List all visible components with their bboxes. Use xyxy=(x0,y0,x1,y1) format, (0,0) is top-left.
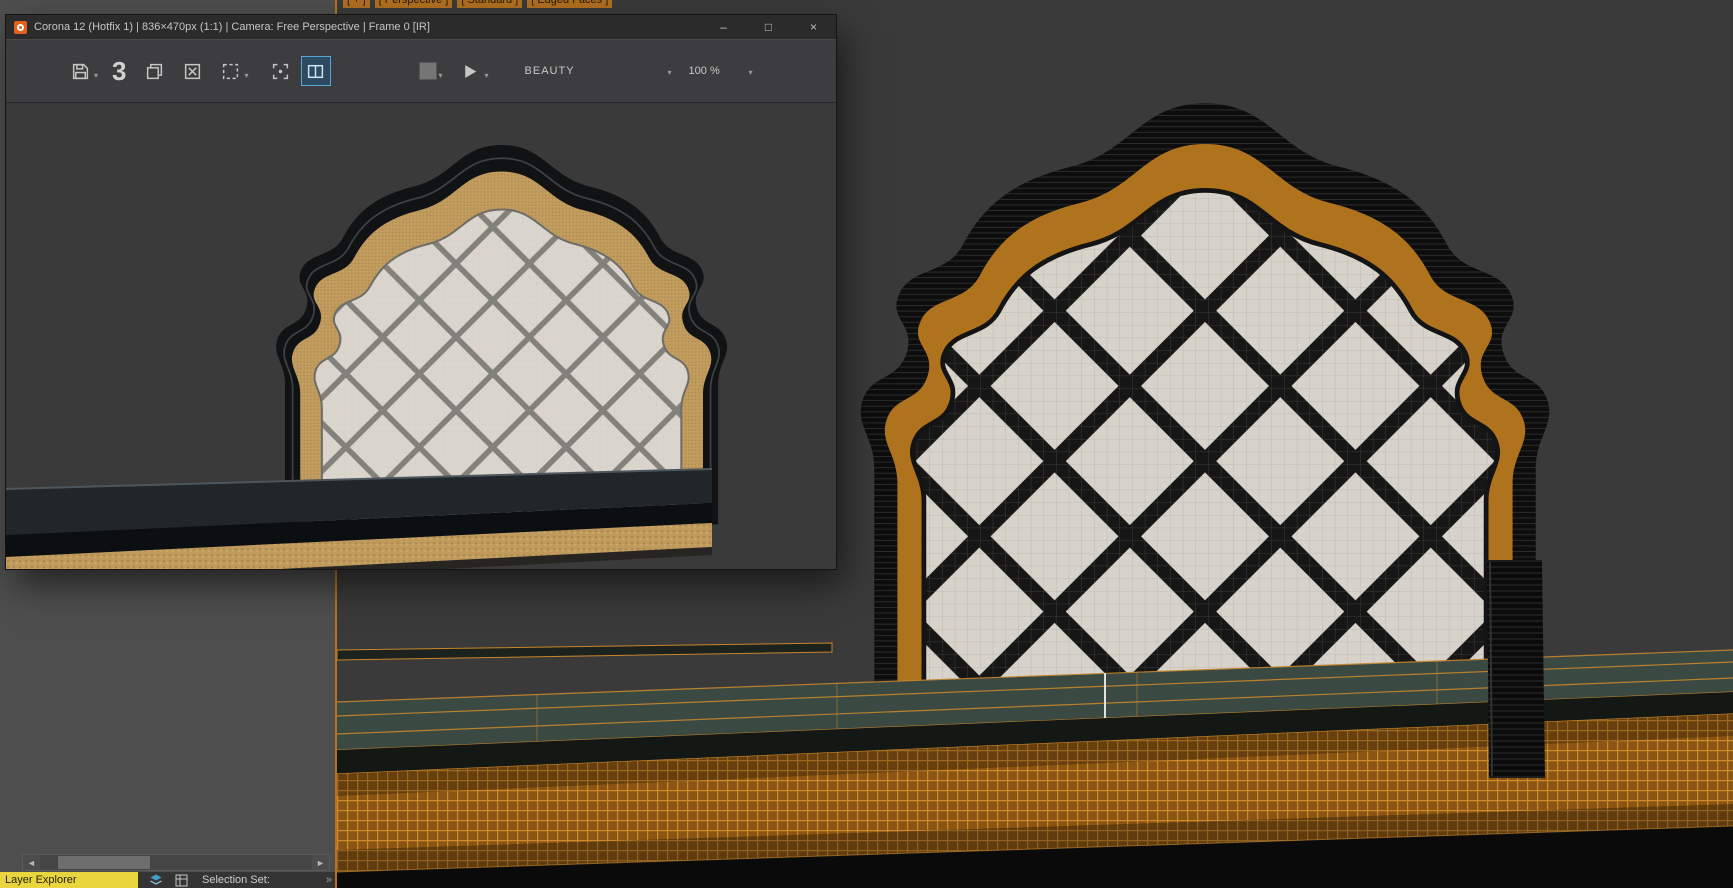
viewport-edged-faces-label[interactable]: [ Edged Faces ] xyxy=(527,0,612,8)
viewport-shading-label[interactable]: [ Standard ] xyxy=(457,0,522,8)
maximize-button[interactable]: □ xyxy=(746,15,791,39)
render-element-select[interactable]: BEAUTY ▾ xyxy=(525,65,673,77)
duplicate-icon[interactable] xyxy=(142,59,166,83)
save-dropdown-caret[interactable]: ▾ xyxy=(94,71,98,80)
scroll-right-button[interactable]: ► xyxy=(312,855,329,870)
horizontal-scrollbar[interactable]: ◄ ► xyxy=(22,854,330,871)
layer-explorer-tab[interactable]: Layer Explorer xyxy=(0,872,138,888)
color-swatch[interactable] xyxy=(419,62,437,80)
overflow-chevrons[interactable]: » xyxy=(326,874,332,886)
vfb-title: Corona 12 (Hotfix 1) | 836×470px (1:1) |… xyxy=(34,21,701,33)
grid-icon[interactable] xyxy=(174,873,188,887)
start-render-icon[interactable] xyxy=(459,59,483,83)
max-application: [ + ] [ Perspective ] [ Standard ] [ Edg… xyxy=(0,0,1733,888)
scroll-left-button[interactable]: ◄ xyxy=(23,855,40,870)
rendered-image xyxy=(6,103,836,569)
render-region-icon[interactable] xyxy=(218,59,242,83)
corona-vfb-window[interactable]: Corona 12 (Hotfix 1) | 836×470px (1:1) |… xyxy=(6,15,836,569)
viewport-menu-label[interactable]: [ + ] xyxy=(343,0,370,8)
vfb-titlebar[interactable]: Corona 12 (Hotfix 1) | 836×470px (1:1) |… xyxy=(6,15,836,39)
panel-status-bar: Layer Explorer Selection Set: » xyxy=(0,872,335,888)
region-dropdown-caret[interactable]: ▾ xyxy=(244,71,248,80)
render-element-value: BEAUTY xyxy=(525,65,575,77)
history-slot-count: 3 xyxy=(112,56,126,87)
corona-logo-icon xyxy=(14,21,27,34)
save-icon[interactable] xyxy=(68,59,92,83)
scrollbar-track[interactable] xyxy=(40,855,312,870)
minimize-button[interactable]: – xyxy=(701,15,746,39)
scrollbar-thumb[interactable] xyxy=(58,856,150,869)
viewport-label-bar: [ + ] [ Perspective ] [ Standard ] [ Edg… xyxy=(343,0,612,8)
bed-post-model[interactable] xyxy=(1487,560,1545,778)
selection-set-label: Selection Set: xyxy=(202,874,270,886)
render-element-caret: ▾ xyxy=(668,68,673,77)
headboard-model[interactable] xyxy=(861,103,1550,682)
zoom-value: 100 % xyxy=(689,65,720,77)
render-dropdown-caret[interactable]: ▾ xyxy=(485,71,489,80)
viewport-pov-label[interactable]: [ Perspective ] xyxy=(375,0,453,8)
layers-icon[interactable] xyxy=(149,873,163,887)
focus-region-icon[interactable] xyxy=(269,59,293,83)
clear-image-icon[interactable] xyxy=(180,59,204,83)
ab-compare-icon[interactable] xyxy=(301,56,331,86)
vfb-toolbar: ▾ 3 ▾ xyxy=(6,39,836,103)
vfb-render-area[interactable] xyxy=(6,103,836,569)
zoom-select[interactable]: 100 % ▾ xyxy=(689,65,753,77)
close-button[interactable]: × xyxy=(791,15,836,39)
zoom-caret: ▾ xyxy=(749,68,753,77)
swatch-dropdown-caret[interactable]: ▾ xyxy=(439,71,443,80)
